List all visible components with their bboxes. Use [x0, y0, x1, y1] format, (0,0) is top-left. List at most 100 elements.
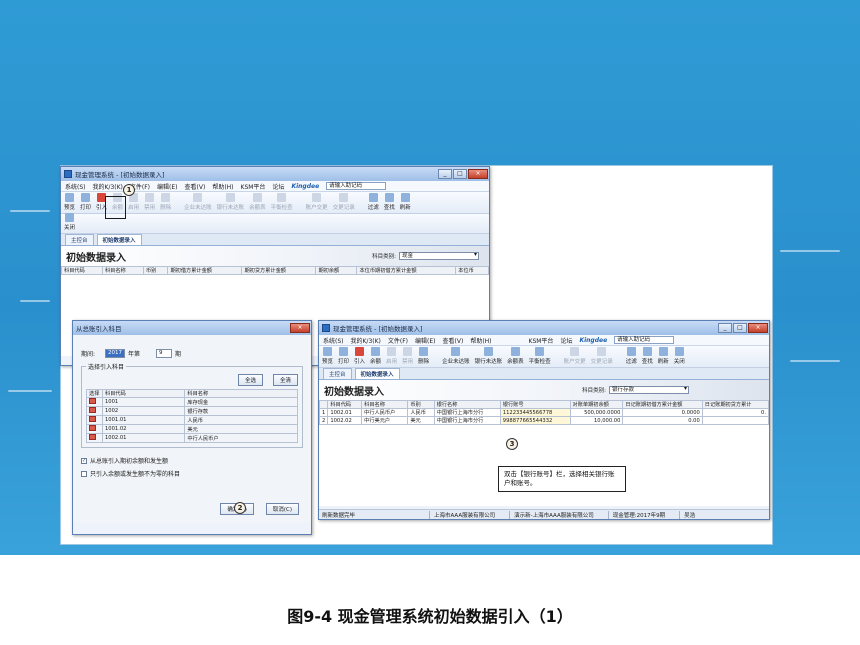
col-header[interactable]: 期初贷方累计金额 — [241, 266, 317, 275]
table-row[interactable]: 1 1002.01 中行人民币户 人民币 中国银行上海市分行 112233445… — [319, 408, 769, 417]
company-unreconciled-button[interactable]: 企业未达账 — [184, 193, 212, 211]
col-header[interactable]: 科目代码 — [327, 400, 363, 409]
balance-button[interactable]: 余额 — [370, 347, 381, 365]
preview-button[interactable]: 预览 — [322, 347, 333, 365]
menu-ksm[interactable]: KSM平台 — [241, 182, 266, 191]
preview-button[interactable]: 预览 — [64, 193, 75, 211]
year-spinner[interactable]: 2017 — [105, 349, 126, 358]
row-checkbox[interactable] — [89, 398, 96, 404]
col-header[interactable]: 科目代码 — [101, 389, 186, 398]
account-change-button[interactable]: 账户交更 — [306, 193, 328, 211]
import-button[interactable]: 引入 — [354, 347, 365, 365]
col-header[interactable]: 对账单期初余额 — [569, 400, 624, 409]
opt-nonzero-checkbox[interactable] — [81, 470, 87, 477]
category-select[interactable]: 银行存款 — [609, 386, 689, 394]
menu-myk3[interactable]: 我的K/3(K) — [93, 182, 123, 191]
close-window-button[interactable]: × — [468, 169, 488, 179]
close-button[interactable]: 关闭 — [674, 347, 685, 365]
col-header[interactable]: 银行名称 — [433, 400, 501, 409]
maximize-button[interactable]: □ — [453, 169, 467, 179]
col-header[interactable]: 币别 — [407, 400, 435, 409]
enable-button[interactable]: 启用 — [386, 347, 397, 365]
menu-forum[interactable]: 论坛 — [272, 182, 284, 191]
col-header[interactable]: 币别 — [142, 266, 169, 275]
table-row[interactable]: 1002.01 中行人民币户 — [86, 433, 298, 443]
category-select[interactable]: 现金 — [399, 252, 479, 260]
menu-help[interactable]: 帮助(H) — [212, 182, 233, 191]
col-header[interactable]: 本位币 — [455, 266, 489, 275]
refresh-button[interactable]: 刷新 — [400, 193, 411, 211]
col-header[interactable]: 日记账期初贷方累计 — [701, 400, 769, 409]
menu-file[interactable]: 文件(F) — [388, 336, 408, 345]
change-log-button[interactable]: 交更记录 — [591, 347, 613, 365]
account-change-button[interactable]: 账户交更 — [564, 347, 586, 365]
bank-account-cell[interactable]: 112233445566778 — [499, 408, 571, 417]
minimize-button[interactable]: _ — [438, 169, 452, 179]
table-row[interactable]: 1001 库存现金 — [86, 397, 298, 407]
tab-initial-data[interactable]: 初始数据录入 — [354, 368, 400, 379]
col-header[interactable]: 期初借方累计金额 — [167, 266, 243, 275]
col-header[interactable]: 本位币期初借方累计金额 — [356, 266, 457, 275]
balance-sheet-button[interactable]: 余额表 — [507, 347, 524, 365]
table-row[interactable]: 1002 银行存款 — [86, 406, 298, 416]
balance-sheet-button[interactable]: 余额表 — [249, 193, 266, 211]
close-window-button[interactable]: × — [748, 323, 768, 333]
table-row[interactable]: 1001.01 人民币 — [86, 415, 298, 425]
filter-button[interactable]: 过滤 — [368, 193, 379, 211]
balance-check-button[interactable]: 平衡检查 — [271, 193, 293, 211]
menu-system[interactable]: 系统(S) — [323, 336, 344, 345]
find-button[interactable]: 查找 — [642, 347, 653, 365]
menu-edit[interactable]: 编辑(E) — [157, 182, 177, 191]
table-row[interactable]: 2 1002.02 中行美元户 美元 中国银行上海市分行 99887766554… — [319, 416, 769, 425]
disable-button[interactable]: 禁用 — [144, 193, 155, 211]
dialog-close-button[interactable]: × — [290, 323, 310, 333]
col-header[interactable]: 期初余额 — [315, 266, 358, 275]
print-button[interactable]: 打印 — [338, 347, 349, 365]
menu-view[interactable]: 查看(V) — [443, 336, 464, 345]
row-checkbox[interactable] — [89, 434, 96, 440]
month-spinner[interactable]: 9 — [156, 349, 173, 358]
bank-account-cell[interactable]: 998877665544332 — [499, 416, 571, 425]
menu-edit[interactable]: 编辑(E) — [415, 336, 435, 345]
mnemonic-input[interactable]: 请输入助记码 — [614, 336, 675, 344]
col-header[interactable]: 科目名称 — [101, 266, 144, 275]
menu-view[interactable]: 查看(V) — [185, 182, 206, 191]
col-header[interactable]: 银行账号 — [499, 400, 571, 409]
cancel-button[interactable]: 取消(C) — [265, 503, 299, 515]
refresh-button[interactable]: 刷新 — [658, 347, 669, 365]
col-header[interactable]: 科目名称 — [184, 389, 298, 398]
filter-button[interactable]: 过滤 — [626, 347, 637, 365]
menu-system[interactable]: 系统(S) — [65, 182, 86, 191]
row-checkbox[interactable] — [89, 416, 96, 422]
close-button[interactable]: 关闭 — [64, 213, 75, 231]
maximize-button[interactable]: □ — [733, 323, 747, 333]
delete-button[interactable]: 删除 — [418, 347, 429, 365]
tab-initial-data[interactable]: 初始数据录入 — [96, 234, 142, 245]
col-header[interactable]: 科目代码 — [61, 266, 103, 275]
menu-forum[interactable]: 论坛 — [560, 336, 572, 345]
menu-myk3[interactable]: 我的K/3(K) — [351, 336, 381, 345]
clear-all-button[interactable]: 全清 — [272, 374, 298, 386]
row-checkbox[interactable] — [89, 425, 96, 431]
tab-console[interactable]: 主控台 — [323, 368, 352, 379]
change-log-button[interactable]: 交更记录 — [333, 193, 355, 211]
bank-unreconciled-button[interactable]: 银行未达账 — [475, 347, 502, 365]
company-unreconciled-button[interactable]: 企业未达账 — [442, 347, 470, 365]
table-row[interactable]: 1001.02 美元 — [86, 424, 298, 434]
select-all-button[interactable]: 全选 — [238, 374, 264, 386]
menu-help[interactable]: 帮助(H) — [470, 336, 491, 345]
col-header[interactable]: 日记账期初借方累计金额 — [622, 400, 703, 409]
tab-console[interactable]: 主控台 — [65, 234, 94, 245]
bank-unreconciled-button[interactable]: 银行未达账 — [217, 193, 244, 211]
mnemonic-input[interactable]: 请输入助记码 — [326, 182, 387, 190]
row-checkbox[interactable] — [89, 407, 96, 413]
minimize-button[interactable]: _ — [718, 323, 732, 333]
find-button[interactable]: 查找 — [384, 193, 395, 211]
delete-button[interactable]: 删除 — [160, 193, 171, 211]
print-button[interactable]: 打印 — [80, 193, 91, 211]
col-header[interactable]: 科目名称 — [361, 400, 409, 409]
disable-button[interactable]: 禁用 — [402, 347, 413, 365]
menu-ksm[interactable]: KSM平台 — [529, 336, 554, 345]
col-header[interactable]: 选择 — [86, 389, 103, 398]
balance-check-button[interactable]: 平衡检查 — [529, 347, 551, 365]
